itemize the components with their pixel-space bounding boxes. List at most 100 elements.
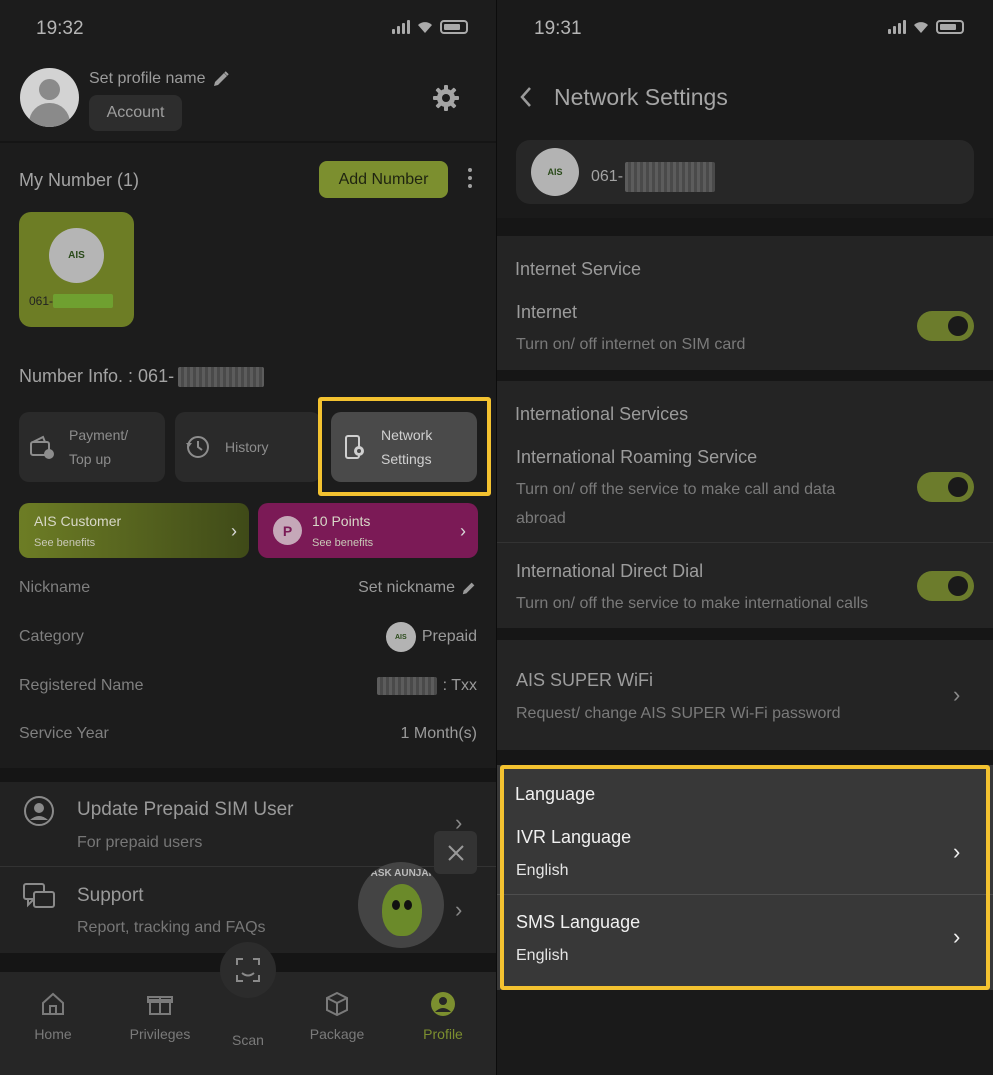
tab-profile[interactable]: Profile — [398, 990, 488, 1042]
payment-topup-button[interactable]: Payment/Top up — [19, 412, 165, 482]
detail-label: Category — [19, 628, 84, 645]
wifi-icon — [418, 22, 432, 33]
idd-sub: Turn on/ off the service to make interna… — [516, 595, 869, 612]
menu-title: Support — [77, 885, 144, 906]
avatar[interactable] — [20, 68, 79, 127]
history-button[interactable]: History — [175, 412, 321, 482]
ais-logo-icon: AIS — [49, 228, 104, 283]
tab-home[interactable]: Home — [8, 990, 98, 1042]
selected-number: 061- — [591, 162, 716, 192]
status-icons — [888, 20, 964, 34]
ais-logo-icon: AIS — [385, 622, 416, 652]
chat-icon — [23, 883, 55, 908]
signal-icon — [888, 20, 906, 34]
qa-label-2: Top up — [69, 451, 112, 467]
divider — [497, 218, 993, 236]
mascot-face — [382, 884, 422, 936]
section-header: Internet Service — [515, 259, 642, 279]
scan-button[interactable] — [220, 942, 276, 998]
account-chip[interactable]: Account — [89, 95, 182, 131]
profile-name[interactable]: Set profile name — [89, 70, 230, 88]
divider — [0, 141, 496, 143]
roaming-toggle[interactable] — [917, 472, 974, 502]
ais-logo-icon: AIS — [531, 148, 579, 196]
detail-value: AIS Prepaid — [385, 622, 477, 652]
set-nickname-link[interactable]: Set nickname — [358, 579, 477, 597]
chevron-right-icon: › — [231, 521, 237, 541]
signal-icon — [392, 20, 410, 34]
close-icon — [447, 844, 464, 861]
tab-privileges[interactable]: Privileges — [115, 990, 205, 1042]
sim-card[interactable]: AIS 061- — [19, 212, 134, 327]
profile-screen: 19:32 Set profile name Account My Number… — [0, 0, 496, 1075]
user-sync-icon — [24, 796, 54, 826]
mascot-label: ASK AUNJAI — [370, 868, 432, 879]
idd-toggle[interactable] — [917, 571, 974, 601]
detail-label: Nickname — [19, 579, 91, 596]
tab-scan[interactable]: Scan — [203, 1032, 293, 1048]
number-info-label: Number Info. : 061- — [19, 366, 265, 387]
my-number-title: My Number (1) — [19, 170, 140, 190]
ask-aunjai-mascot[interactable]: ASK AUNJAI — [358, 862, 444, 948]
ais-super-wifi-item[interactable]: AIS SUPER WiFi Request/ change AIS SUPER… — [497, 640, 993, 750]
divider — [497, 628, 993, 640]
points-card[interactable]: P 10 Points See benefits › — [258, 503, 478, 558]
wifi-sub: Request/ change AIS SUPER Wi-Fi password — [516, 705, 841, 722]
mascot-eye — [404, 900, 412, 910]
mascot-eye — [392, 900, 400, 910]
back-button[interactable] — [519, 85, 533, 116]
number-selector[interactable]: AIS 061- — [516, 140, 974, 204]
sim-number: 061- — [29, 294, 114, 308]
page-title: Network Settings — [554, 84, 728, 110]
status-time: 19:32 — [36, 18, 84, 39]
more-options-icon[interactable] — [468, 168, 472, 188]
chevron-right-icon: › — [455, 897, 463, 922]
roaming-sub: Turn on/ off the service to make call an… — [516, 481, 836, 527]
idd-title: International Direct Dial — [516, 561, 704, 581]
menu-title: Update Prepaid SIM User — [77, 799, 294, 820]
package-icon — [326, 991, 348, 1017]
chevron-right-icon: › — [460, 521, 466, 541]
section-header: International Services — [515, 404, 689, 424]
wallet-icon — [30, 435, 54, 459]
chevron-right-icon: › — [953, 682, 961, 707]
battery-icon — [440, 20, 468, 34]
chevron-left-icon — [520, 87, 531, 107]
gear-icon[interactable] — [432, 84, 460, 112]
card-sub: See benefits — [312, 537, 374, 549]
highlight-box-language — [500, 765, 990, 990]
scan-icon — [236, 958, 260, 982]
detail-value: 1 Month(s) — [400, 725, 477, 742]
qa-label-history: History — [225, 439, 269, 455]
card-title: 10 Points — [312, 513, 371, 529]
gift-icon — [147, 996, 173, 1015]
tab-package[interactable]: Package — [292, 990, 382, 1042]
home-icon — [42, 992, 64, 1015]
detail-label: Service Year — [19, 725, 109, 742]
wifi-title: AIS SUPER WiFi — [516, 670, 654, 690]
ais-customer-card[interactable]: AIS Customer See benefits › — [19, 503, 249, 558]
internet-toggle[interactable] — [917, 311, 974, 341]
detail-value: : Txx — [376, 677, 477, 695]
divider — [497, 750, 993, 765]
qa-label-1: Payment/ — [69, 427, 129, 443]
battery-icon — [936, 20, 964, 34]
pencil-icon — [462, 582, 475, 595]
add-number-button[interactable]: Add Number — [319, 161, 448, 198]
card-sub: See benefits — [34, 537, 96, 549]
internet-service-section: Internet Service Internet Turn on/ off i… — [497, 236, 993, 370]
pencil-icon — [213, 71, 229, 86]
divider — [497, 542, 993, 543]
status-icons — [392, 20, 468, 34]
highlight-box-network — [318, 397, 491, 496]
menu-sub: For prepaid users — [77, 834, 203, 851]
profile-name-label: Set profile name — [89, 70, 206, 87]
update-prepaid-sim-item[interactable]: Update Prepaid SIM User For prepaid user… — [0, 782, 496, 866]
internet-title: Internet — [516, 302, 578, 322]
history-icon — [186, 436, 209, 458]
roaming-title: International Roaming Service — [516, 447, 758, 467]
detail-label: Registered Name — [19, 677, 144, 694]
internet-sub: Turn on/ off internet on SIM card — [516, 336, 746, 353]
wifi-icon — [914, 22, 928, 33]
status-time: 19:31 — [534, 18, 582, 39]
